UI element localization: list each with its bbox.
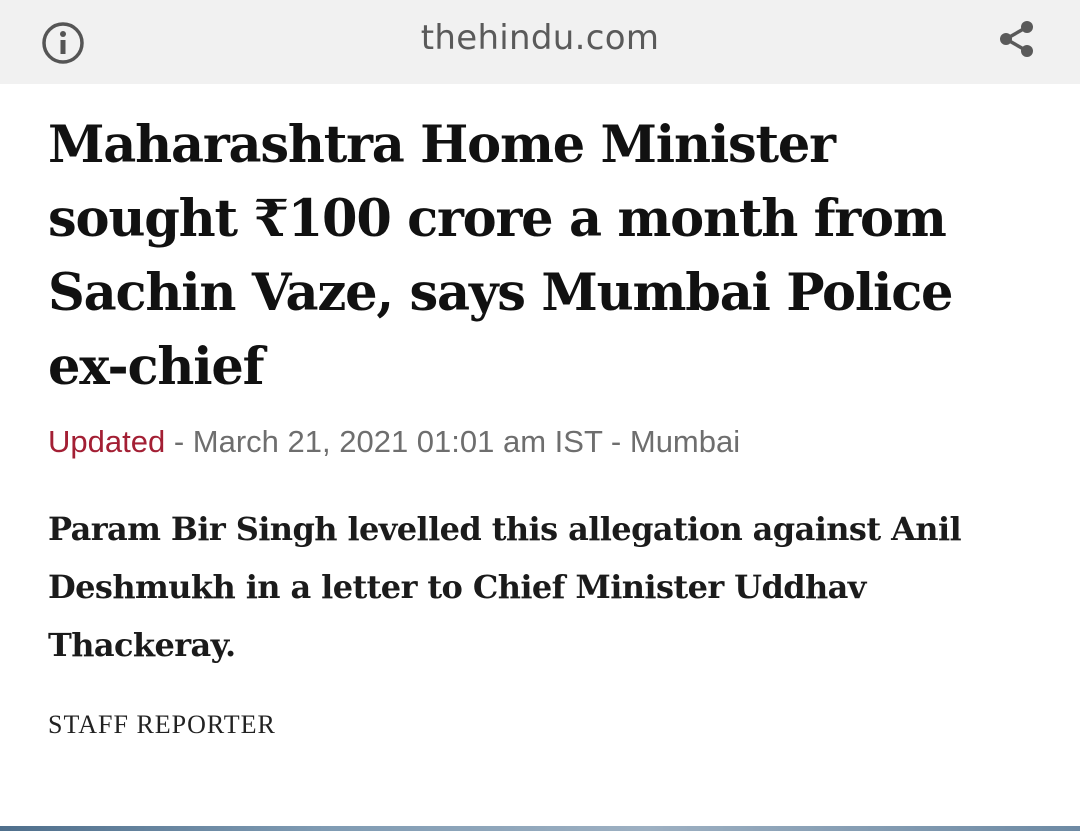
article: Maharashtra Home Minister sought ₹100 cr… [48,108,1058,740]
article-byline[interactable]: STAFF REPORTER [48,710,1058,740]
domain-label: thehindu.com [420,18,660,58]
updated-label: Updated [48,424,166,459]
article-summary: Param Bir Singh levelled this allegation… [48,510,962,664]
browser-topbar: thehindu.com [0,0,1080,84]
image-preview-strip [0,826,1080,831]
article-meta: Updated - March 21, 2021 01:01 am IST - … [48,422,1058,462]
share-icon[interactable] [996,18,1038,60]
meta-date-location: - March 21, 2021 01:01 am IST - Mumbai [165,424,741,459]
page: thehindu.com Maharashtra Home Minister s… [0,0,1080,831]
article-headline: Maharashtra Home Minister sought ₹100 cr… [48,115,954,397]
